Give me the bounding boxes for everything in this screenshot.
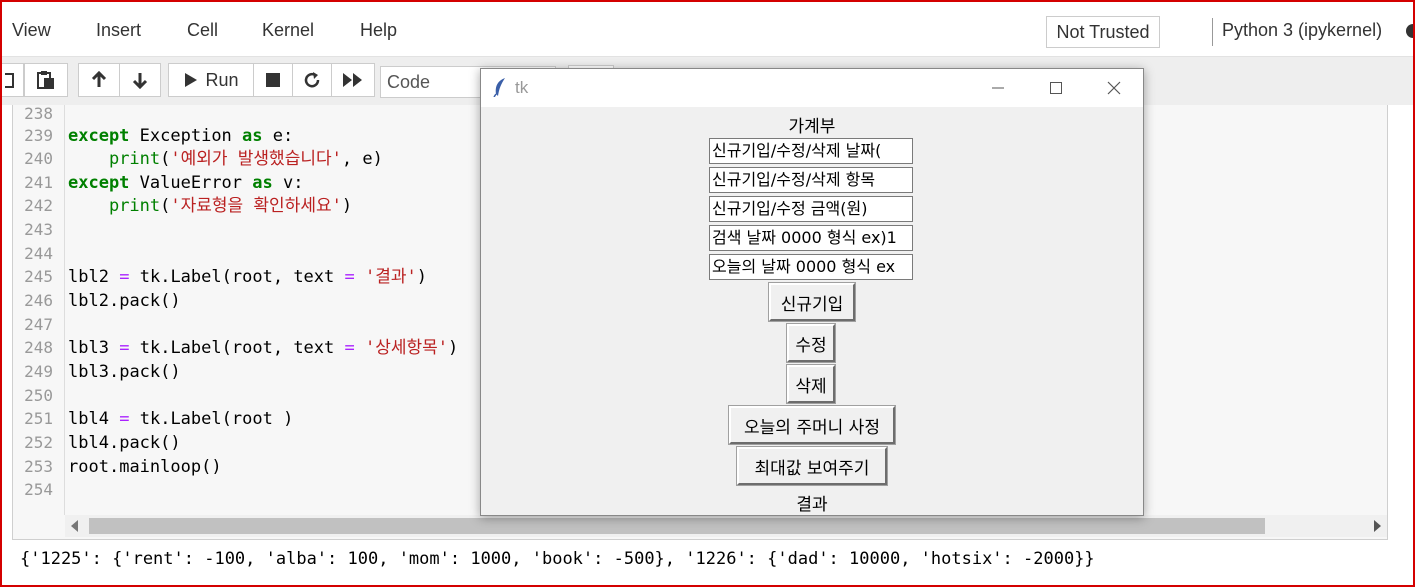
kernel-status-icon <box>1406 24 1415 38</box>
line-number: 252 <box>24 433 53 452</box>
scrollbar-thumb[interactable] <box>89 518 1265 534</box>
code-line: lbl3.pack() <box>68 362 181 382</box>
line-number: 253 <box>24 457 53 476</box>
line-number: 254 <box>24 480 53 499</box>
horizontal-scrollbar[interactable] <box>65 515 1387 537</box>
run-button-label: Run <box>205 69 239 90</box>
maximize-button[interactable] <box>1033 69 1079 107</box>
restart-icon <box>304 72 320 88</box>
line-number: 241 <box>24 173 53 192</box>
close-icon <box>1107 81 1121 95</box>
menu-bar: View Insert Cell Kernel Help Not Trusted… <box>2 2 1415 56</box>
menu-help[interactable]: Help <box>360 20 397 41</box>
minimize-button[interactable] <box>975 69 1021 107</box>
copy-icon <box>5 73 14 88</box>
line-number: 251 <box>24 409 53 428</box>
scroll-left-icon[interactable] <box>71 520 78 532</box>
code-line: lbl2.pack() <box>68 291 181 311</box>
line-number: 242 <box>24 196 53 215</box>
paste-icon <box>37 71 54 89</box>
result-label: 결과 <box>796 495 828 515</box>
search-date-entry[interactable]: 검색 날짜 0000 형식 ex)1 <box>709 225 913 251</box>
line-number: 244 <box>24 244 53 263</box>
code-line: except ValueError as v: <box>68 173 304 193</box>
show-max-button[interactable]: 최대값 보여주기 <box>736 446 888 486</box>
code-line: except Exception as e: <box>68 126 294 146</box>
new-entry-button[interactable]: 신규기입 <box>768 282 856 322</box>
close-button[interactable] <box>1091 69 1137 107</box>
trust-status-button[interactable]: Not Trusted <box>1046 16 1160 48</box>
play-icon <box>185 73 198 87</box>
restart-button[interactable] <box>292 63 332 97</box>
line-number: 238 <box>24 105 53 123</box>
run-button[interactable]: Run <box>168 63 254 97</box>
stop-icon <box>266 73 280 87</box>
menu-view[interactable]: View <box>12 20 51 41</box>
tk-window: tk 가계부 신규기입/수정/삭제 날짜( 신규기입/수정/삭제 항목 신규기입… <box>480 68 1144 516</box>
line-number-gutter: 238 239 240 241 242 243 244 245 246 247 … <box>13 105 65 515</box>
tk-title-bar[interactable]: tk <box>481 69 1143 107</box>
code-line: root.mainloop() <box>68 457 222 477</box>
code-line: lbl4 = tk.Label(root ) <box>68 409 294 429</box>
date-entry[interactable]: 신규기입/수정/삭제 날짜( <box>709 138 913 164</box>
line-number: 246 <box>24 291 53 310</box>
scroll-right-icon[interactable] <box>1374 520 1381 532</box>
line-number: 248 <box>24 338 53 357</box>
amount-entry[interactable]: 신규기입/수정 금액(원) <box>709 196 913 222</box>
interrupt-button[interactable] <box>253 63 293 97</box>
arrow-up-icon <box>91 71 107 87</box>
kernel-name[interactable]: Python 3 (ipykernel) <box>1222 20 1382 41</box>
menu-kernel[interactable]: Kernel <box>262 20 314 41</box>
move-down-button[interactable] <box>119 63 161 97</box>
code-line: print('예외가 발생했습니다', e) <box>108 149 383 169</box>
arrow-down-icon <box>132 73 148 89</box>
code-line: print('자료형을 확인하세요') <box>108 196 353 216</box>
move-up-button[interactable] <box>78 63 120 97</box>
line-number: 247 <box>24 315 53 334</box>
tk-window-title: tk <box>515 78 529 97</box>
line-number: 249 <box>24 362 53 381</box>
code-line: lbl3 = tk.Label(root, text = '상세항목') <box>68 338 459 358</box>
menu-insert[interactable]: Insert <box>96 20 141 41</box>
fast-forward-icon <box>343 73 362 87</box>
line-number: 245 <box>24 267 53 286</box>
minimize-icon <box>992 87 1004 89</box>
tk-window-body: 가계부 신규기입/수정/삭제 날짜( 신규기입/수정/삭제 항목 신규기입/수정… <box>481 107 1143 515</box>
maximize-icon <box>1050 82 1062 94</box>
item-entry[interactable]: 신규기입/수정/삭제 항목 <box>709 167 913 193</box>
restart-run-all-button[interactable] <box>331 63 375 97</box>
menu-cell[interactable]: Cell <box>187 20 218 41</box>
copy-cell-button[interactable] <box>0 63 24 97</box>
heading-label: 가계부 <box>788 117 836 137</box>
line-number: 250 <box>24 386 53 405</box>
delete-button[interactable]: 삭제 <box>786 364 836 404</box>
kernel-separator <box>1212 18 1213 46</box>
today-wallet-button[interactable]: 오늘의 주머니 사정 <box>728 405 896 445</box>
line-number: 239 <box>24 126 53 145</box>
cell-output: {'1225': {'rent': -100, 'alba': 100, 'mo… <box>20 549 1095 569</box>
line-number: 243 <box>24 220 53 239</box>
line-number: 240 <box>24 149 53 168</box>
code-line: lbl2 = tk.Label(root, text = '결과') <box>68 267 428 287</box>
edit-button[interactable]: 수정 <box>786 323 836 363</box>
paste-cell-button[interactable] <box>24 63 68 97</box>
feather-icon <box>493 78 505 97</box>
today-date-entry[interactable]: 오늘의 날짜 0000 형식 ex <box>709 254 913 280</box>
code-line: lbl4.pack() <box>68 433 181 453</box>
